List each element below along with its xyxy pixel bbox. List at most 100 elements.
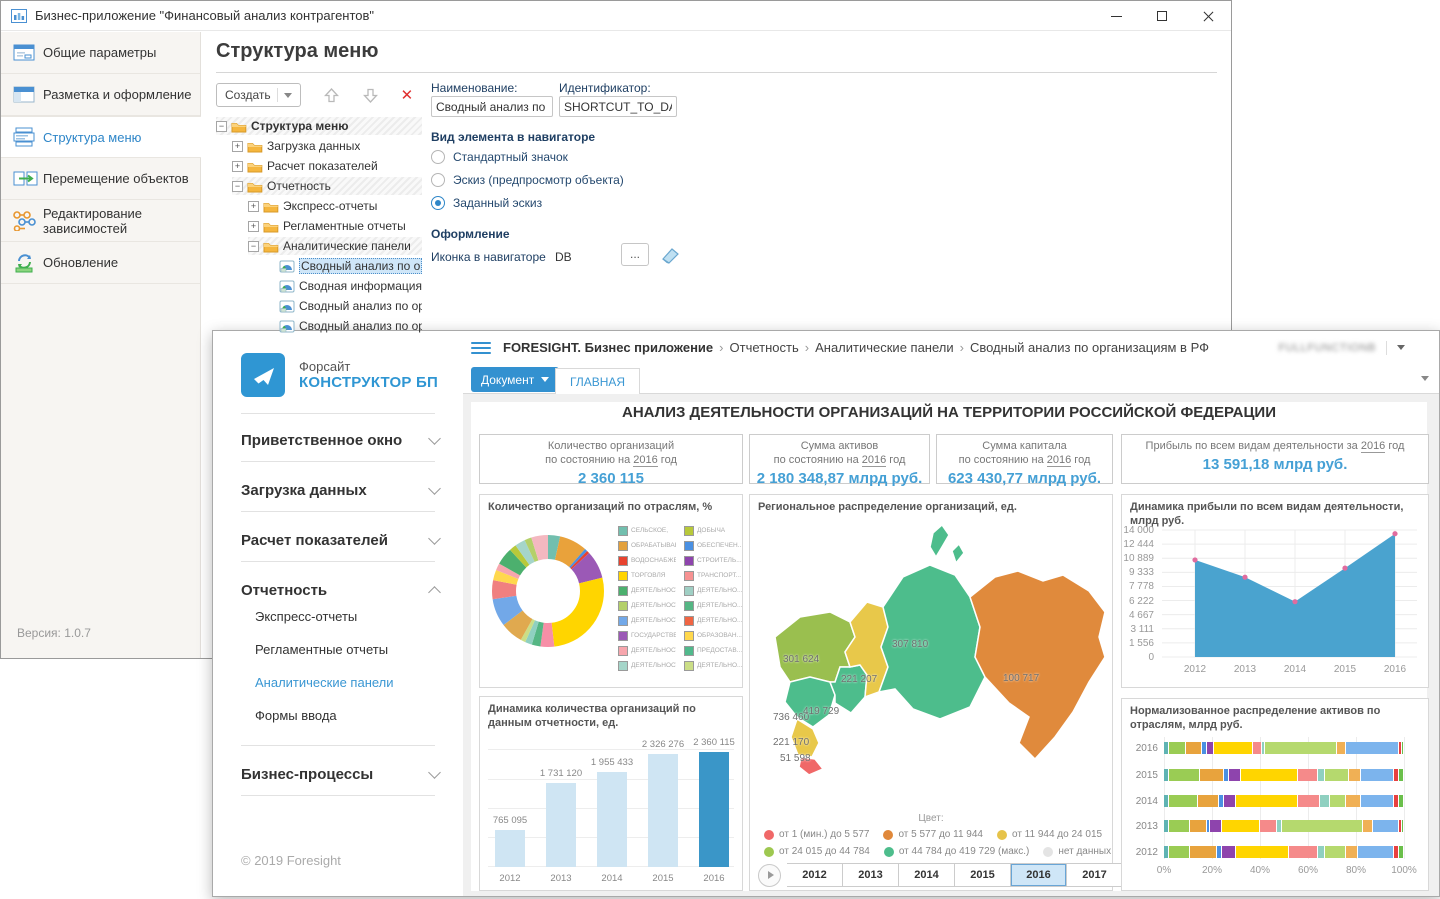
stacked-bar[interactable] (1164, 846, 1404, 858)
radio-option-1[interactable]: Стандартный значок (431, 150, 568, 164)
tree-leaf[interactable]: Сводный анализ по орган (216, 296, 422, 316)
breadcrumb-item[interactable]: Аналитические панели (815, 340, 954, 355)
timeline-year-2013[interactable]: 2013 (843, 863, 899, 887)
menu-4[interactable]: Отчетность (241, 577, 439, 603)
map-region[interactable] (970, 571, 1105, 759)
submenu-экспресс-отчеты[interactable]: Экспресс-отчеты (255, 609, 439, 624)
donut-chart[interactable] (482, 525, 614, 662)
y-axis-label: 2015 (1124, 770, 1158, 781)
tree-folder[interactable]: +Загрузка данных (216, 136, 422, 156)
expand-icon[interactable]: + (248, 201, 259, 212)
tree-leaf[interactable]: Сводный анализ по орган (216, 256, 422, 276)
menu-3[interactable]: Расчет показателей (241, 527, 439, 553)
bar[interactable] (699, 752, 729, 867)
tree-leaf[interactable]: Сводная информация по о (216, 276, 422, 296)
radio-option-2[interactable]: Эскиз (предпросмотр объекта) (431, 173, 624, 187)
name-input[interactable] (431, 96, 553, 117)
bar[interactable] (495, 830, 525, 867)
submenu-формы[interactable]: Формы ввода (255, 708, 439, 723)
breadcrumb-item[interactable]: Отчетность (730, 340, 799, 355)
timeline-year-2014[interactable]: 2014 (899, 863, 955, 887)
bar[interactable] (597, 772, 627, 867)
tree-folder[interactable]: +Экспресс-отчеты (216, 196, 422, 216)
minimize-button[interactable] (1093, 1, 1139, 31)
timeline-year-2012[interactable]: 2012 (787, 863, 843, 887)
close-button[interactable] (1185, 1, 1231, 31)
radio-option-3[interactable]: Заданный эскиз (431, 196, 542, 210)
sidebar-item-4[interactable]: Перемещение объектов (1, 158, 200, 200)
move-down-icon[interactable] (362, 87, 379, 104)
move-up-icon[interactable] (323, 87, 340, 104)
menu-2[interactable]: Загрузка данных (241, 477, 439, 503)
document-menu-button[interactable]: Документ (471, 367, 559, 392)
tree-folder[interactable]: −Отчетность (216, 176, 422, 196)
breadcrumb-separator: › (719, 340, 723, 355)
stacked-bar[interactable] (1164, 795, 1404, 807)
timeline-year-2017[interactable]: 2017 (1067, 863, 1123, 887)
tree-folder[interactable]: +Расчет показателей (216, 156, 422, 176)
stacked-bar-chart[interactable]: 0%20%40%60%80%100%20162015201420132012 (1122, 699, 1428, 890)
breadcrumb-item[interactable]: FORESIGHT. Бизнес приложение (503, 340, 713, 355)
x-axis-label: 80% (1342, 865, 1370, 876)
breadcrumb-item[interactable]: Сводный анализ по организациям в РФ (970, 340, 1209, 355)
play-button[interactable] (758, 864, 781, 887)
browse-icon-button[interactable]: ... (621, 243, 649, 266)
collapse-icon[interactable]: − (216, 121, 227, 132)
identifier-input[interactable] (559, 96, 677, 117)
legend-label: от 44 784 до 419 729 (макс.) (899, 846, 1030, 857)
delete-icon[interactable]: ✕ (401, 86, 414, 104)
legend-item: ДЕЯТЕЛЬНО... (684, 583, 742, 598)
menu-label: Расчет показателей (241, 532, 388, 549)
stacked-bar[interactable] (1164, 769, 1404, 781)
collapse-icon[interactable]: − (248, 241, 259, 252)
maximize-button[interactable] (1139, 1, 1185, 31)
foresight-logo-icon (241, 353, 285, 397)
menu-5[interactable]: Бизнес-процессы (241, 761, 439, 787)
kpi-year-link[interactable]: 2016 (862, 454, 886, 467)
x-axis-label: 2016 (679, 873, 749, 884)
create-button[interactable]: Создать (216, 83, 301, 107)
logo: Форсайт КОНСТРУКТОР БП (241, 353, 438, 397)
stacked-bar[interactable] (1164, 820, 1404, 832)
bar-segment (1265, 742, 1337, 754)
timeline-year-2016[interactable]: 2016 (1011, 863, 1067, 887)
tab-options-caret-icon[interactable] (1421, 376, 1429, 381)
submenu-регламентные[interactable]: Регламентные отчеты (255, 642, 439, 657)
bar[interactable] (648, 754, 678, 867)
submenu-аналитические[interactable]: Аналитические панели (255, 675, 439, 690)
tree-folder[interactable]: +Регламентные отчеты (216, 216, 422, 236)
bar-chart[interactable]: 765 09520121 731 12020131 955 43320142 3… (480, 697, 742, 890)
sidebar-item-3[interactable]: Структура меню (1, 116, 201, 158)
kpi-year-link[interactable]: 2016 (1047, 454, 1071, 467)
bar-segment (1260, 820, 1277, 832)
russia-map[interactable]: 301 624736 460419 729221 17051 598221 20… (755, 517, 1109, 795)
hamburger-icon[interactable] (471, 339, 491, 357)
sidebar-item-6[interactable]: Обновление (1, 242, 200, 284)
x-axis-label: 2014 (1280, 664, 1310, 675)
radio-label: Эскиз (предпросмотр объекта) (453, 173, 624, 187)
kpi-year-link[interactable]: 2016 (633, 454, 657, 467)
timeline-year-2015[interactable]: 2015 (955, 863, 1011, 887)
bar[interactable] (546, 783, 576, 867)
sidebar-item-5[interactable]: Редактирование зависимостей (1, 200, 200, 242)
collapse-icon[interactable]: − (232, 181, 243, 192)
folder-icon (247, 180, 263, 193)
tree-folder[interactable]: −Аналитические панели (216, 236, 422, 256)
breadcrumb: FORESIGHT. Бизнес приложение›Отчетность›… (503, 340, 1209, 355)
user-menu-caret-icon[interactable] (1397, 345, 1405, 350)
user-name[interactable]: FULLFUNCTIONB (1278, 342, 1376, 354)
area-chart[interactable]: 14 00012 44410 8899 3337 7786 2224 6673 … (1122, 495, 1428, 687)
folder-icon (263, 200, 279, 213)
expand-icon[interactable]: + (232, 161, 243, 172)
expand-icon[interactable]: + (248, 221, 259, 232)
tab-glavnaya[interactable]: ГЛАВНАЯ (555, 368, 640, 395)
sidebar-item-2[interactable]: Разметка и оформление (1, 74, 200, 116)
eraser-icon[interactable] (659, 244, 681, 264)
stacked-bar[interactable] (1164, 742, 1404, 754)
tree-folder[interactable]: −Структура меню (216, 116, 422, 136)
chevron-down-icon (428, 432, 441, 445)
menu-1[interactable]: Приветственное окно (241, 427, 439, 453)
kpi-year-link[interactable]: 2016 (1361, 440, 1385, 453)
expand-icon[interactable]: + (232, 141, 243, 152)
sidebar-item-1[interactable]: Общие параметры (1, 32, 200, 74)
